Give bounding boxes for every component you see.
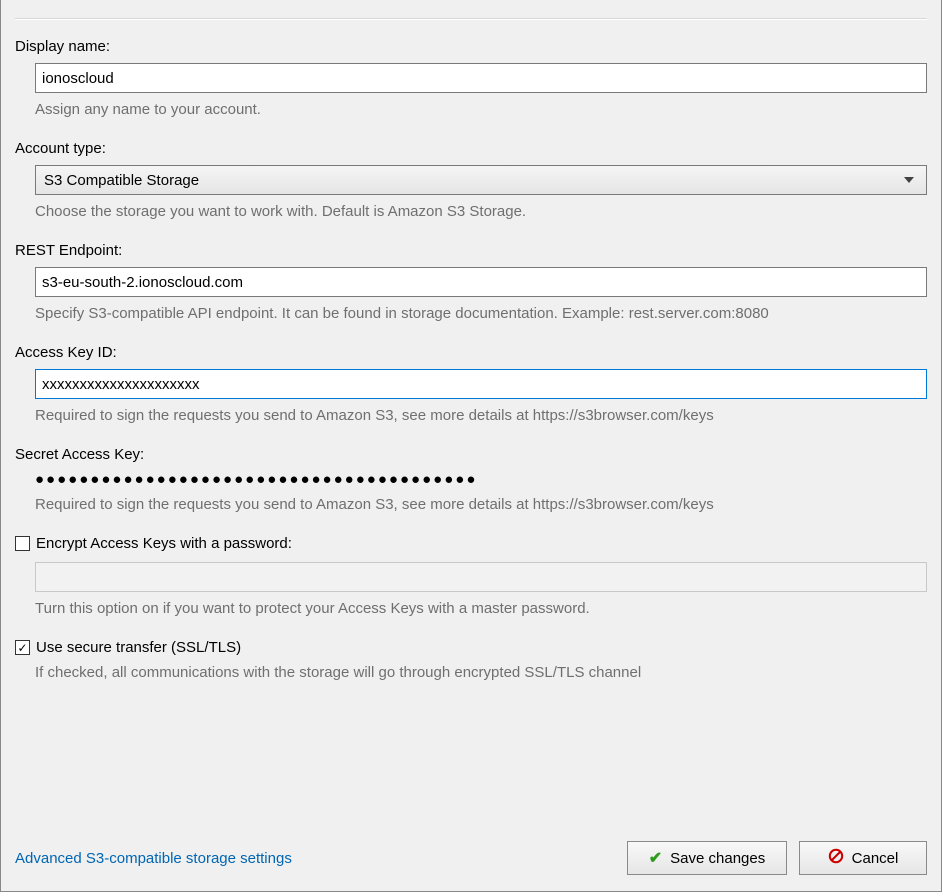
account-settings-dialog: Display name: Assign any name to your ac… bbox=[0, 0, 942, 892]
encrypt-password-input bbox=[35, 562, 927, 592]
display-name-help: Assign any name to your account. bbox=[35, 101, 927, 118]
ssl-label: Use secure transfer (SSL/TLS) bbox=[36, 639, 241, 656]
account-type-label: Account type: bbox=[15, 140, 927, 157]
separator bbox=[15, 18, 927, 20]
ssl-help: If checked, all communications with the … bbox=[35, 664, 927, 681]
encrypt-group: Encrypt Access Keys with a password: Tur… bbox=[15, 535, 927, 617]
rest-endpoint-group: REST Endpoint: Specify S3-compatible API… bbox=[15, 242, 927, 322]
cancel-button[interactable]: Cancel bbox=[799, 841, 927, 875]
save-button-label: Save changes bbox=[670, 850, 765, 867]
access-key-label: Access Key ID: bbox=[15, 344, 927, 361]
display-name-label: Display name: bbox=[15, 38, 927, 55]
check-icon: ✓ bbox=[17, 642, 27, 654]
button-row: ✔ Save changes Cancel bbox=[627, 841, 927, 875]
cancel-icon bbox=[828, 848, 844, 868]
display-name-input[interactable] bbox=[35, 63, 927, 93]
access-key-input[interactable] bbox=[35, 369, 927, 399]
check-ok-icon: ✔ bbox=[649, 848, 662, 868]
access-key-help: Required to sign the requests you send t… bbox=[35, 407, 927, 424]
rest-endpoint-label: REST Endpoint: bbox=[15, 242, 927, 259]
access-key-group: Access Key ID: Required to sign the requ… bbox=[15, 344, 927, 424]
encrypt-help: Turn this option on if you want to prote… bbox=[35, 600, 927, 617]
cancel-button-label: Cancel bbox=[852, 850, 899, 867]
ssl-checkbox[interactable]: ✓ bbox=[15, 640, 30, 655]
dialog-footer: Advanced S3-compatible storage settings … bbox=[15, 841, 927, 875]
ssl-group: ✓ Use secure transfer (SSL/TLS) If check… bbox=[15, 639, 927, 681]
encrypt-checkbox[interactable] bbox=[15, 536, 30, 551]
rest-endpoint-input[interactable] bbox=[35, 267, 927, 297]
account-type-help: Choose the storage you want to work with… bbox=[35, 203, 927, 220]
advanced-settings-link[interactable]: Advanced S3-compatible storage settings bbox=[15, 850, 292, 867]
secret-key-label: Secret Access Key: bbox=[15, 446, 927, 463]
account-type-select[interactable]: S3 Compatible Storage bbox=[35, 165, 927, 195]
display-name-group: Display name: Assign any name to your ac… bbox=[15, 38, 927, 118]
secret-key-group: Secret Access Key: ●●●●●●●●●●●●●●●●●●●●●… bbox=[15, 446, 927, 513]
account-type-selected: S3 Compatible Storage bbox=[44, 172, 199, 189]
secret-key-help: Required to sign the requests you send t… bbox=[35, 496, 927, 513]
secret-key-input[interactable]: ●●●●●●●●●●●●●●●●●●●●●●●●●●●●●●●●●●●●●●●● bbox=[35, 471, 927, 488]
rest-endpoint-help: Specify S3-compatible API endpoint. It c… bbox=[35, 305, 927, 322]
account-type-group: Account type: S3 Compatible Storage Choo… bbox=[15, 140, 927, 220]
encrypt-label: Encrypt Access Keys with a password: bbox=[36, 535, 292, 552]
chevron-down-icon bbox=[904, 177, 914, 183]
save-button[interactable]: ✔ Save changes bbox=[627, 841, 787, 875]
